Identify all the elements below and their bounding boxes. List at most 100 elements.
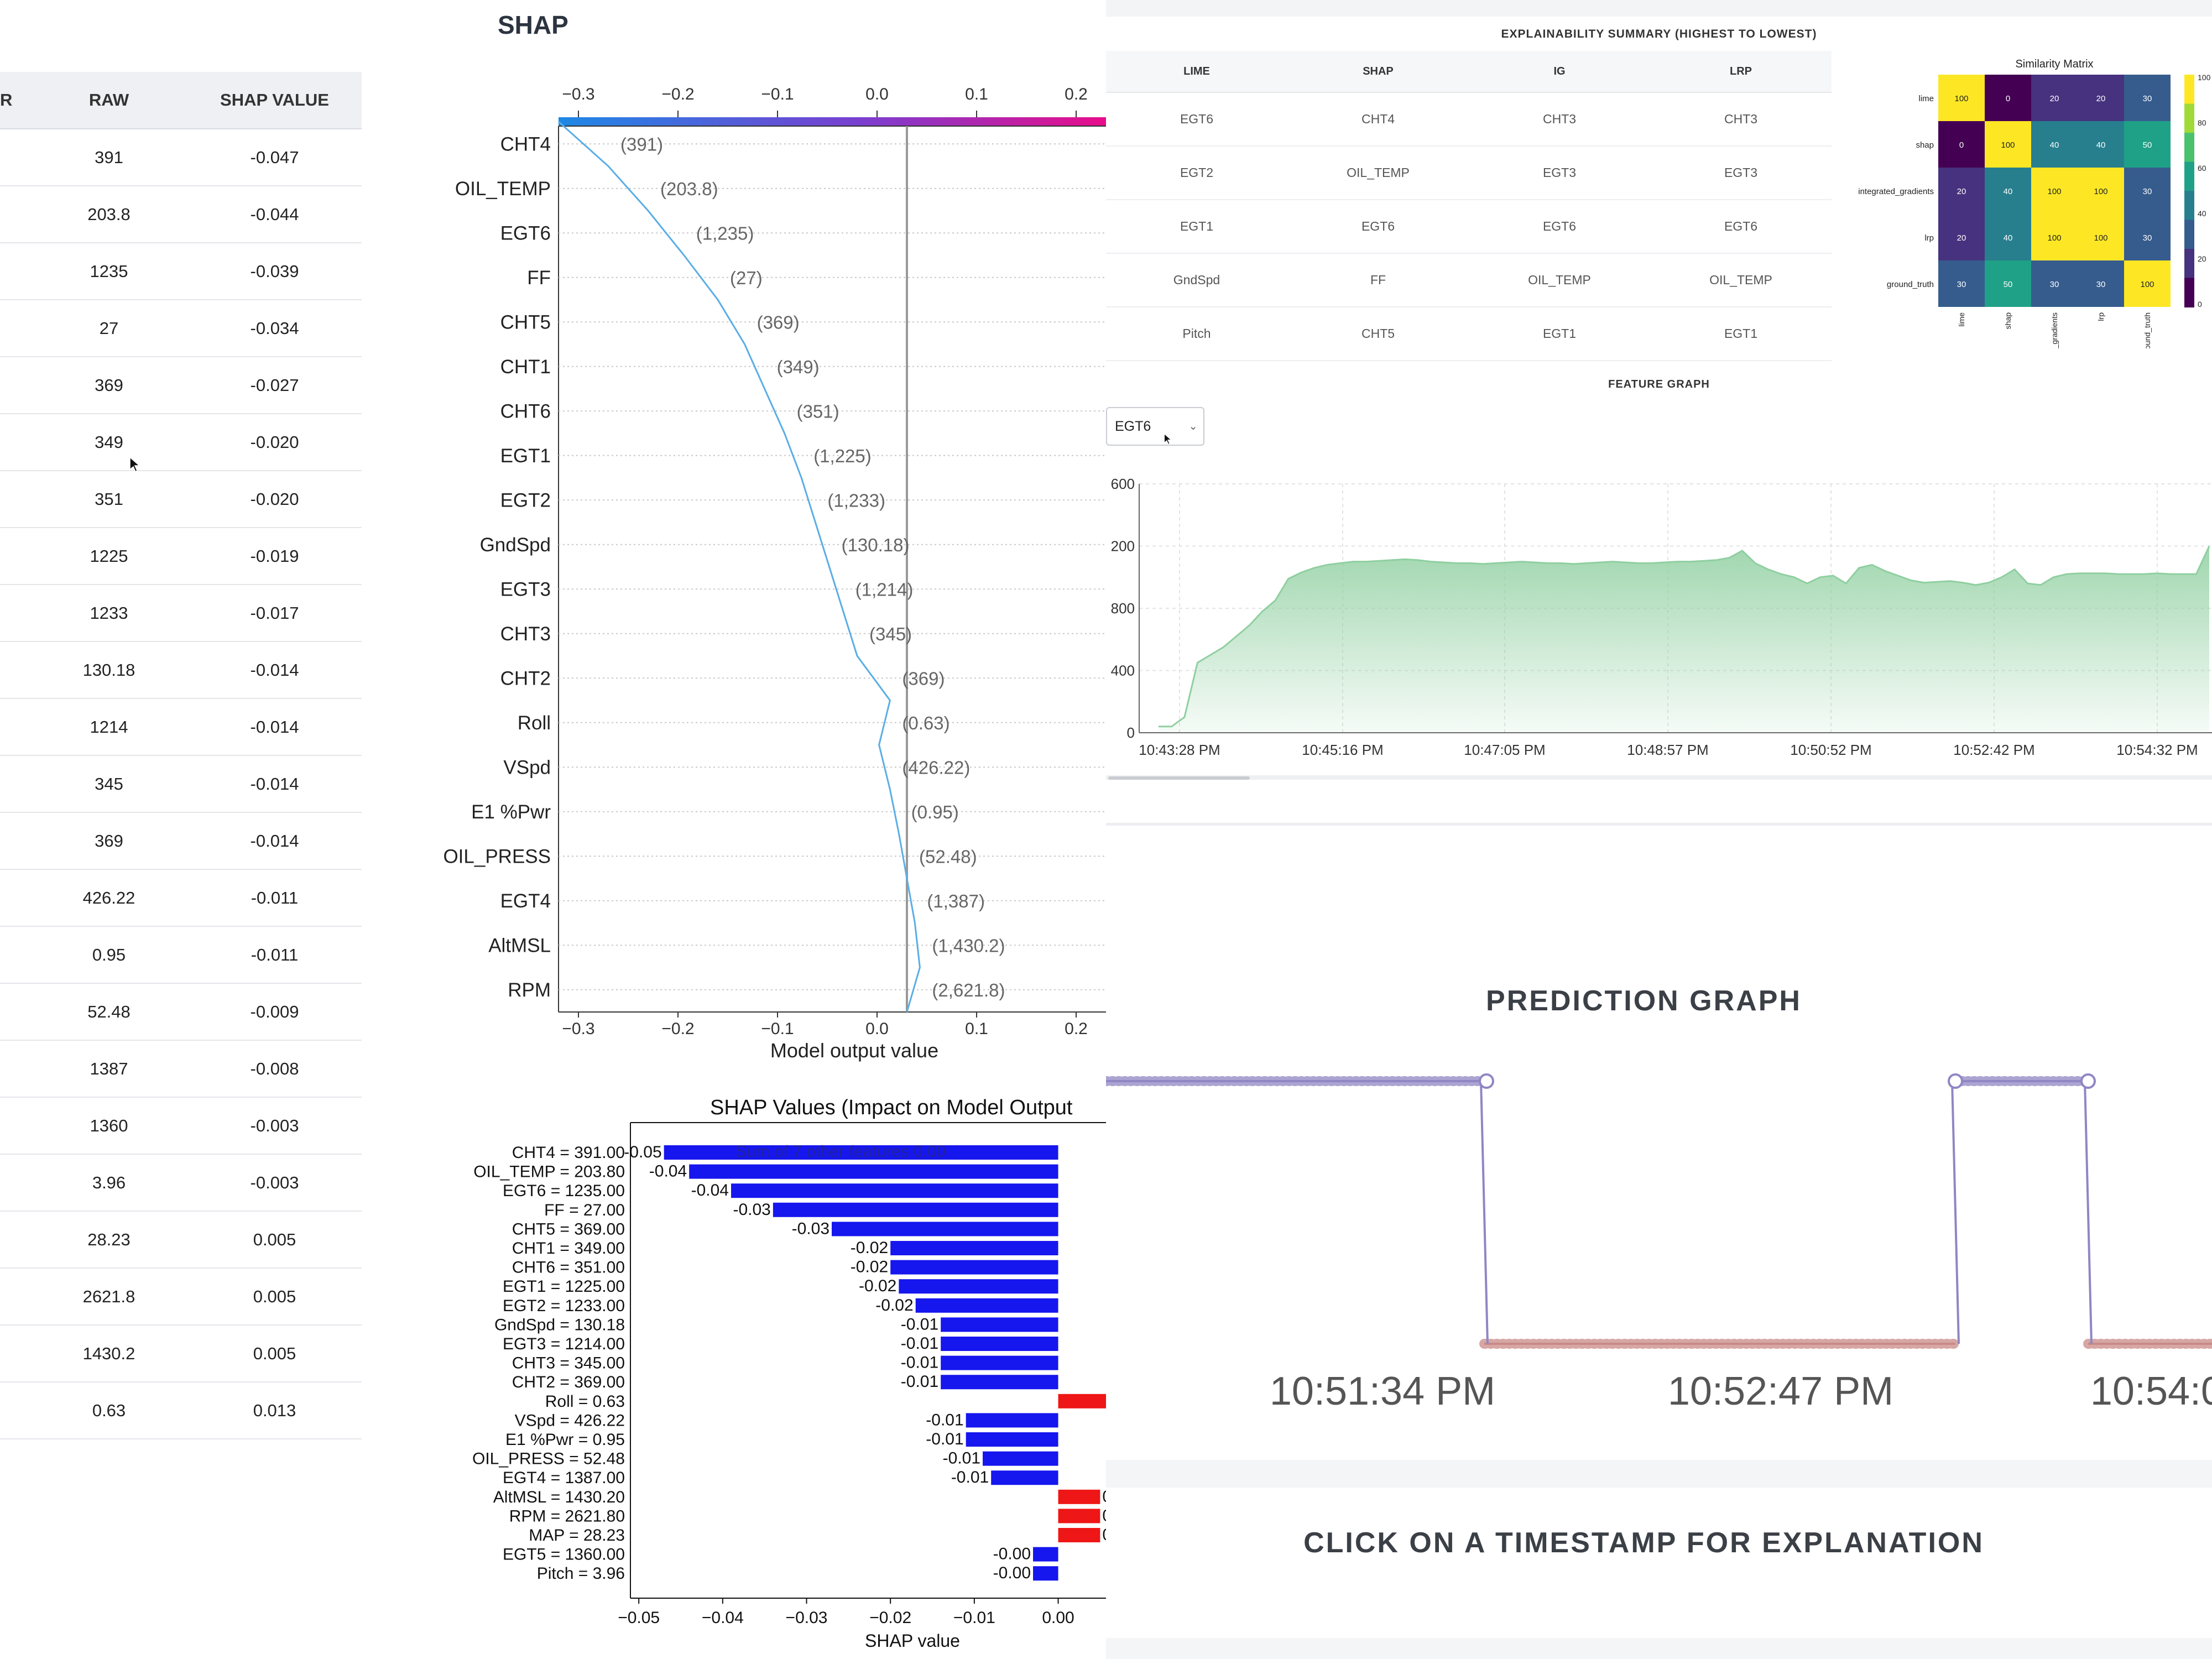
heatmap-colorbar-segment — [2184, 161, 2194, 191]
raw-value-cell: 1214 — [30, 698, 187, 756]
table-row[interactable]: 0.95 -0.011 — [0, 926, 362, 984]
bar-x-tick-label: 0.00 — [1042, 1609, 1074, 1627]
bar-x-tick-label: −0.02 — [869, 1609, 911, 1627]
mouse-cursor-icon — [1164, 433, 1172, 448]
summary-cell: CHT3 — [1469, 92, 1650, 147]
decision-feature-label: E1 %Pwr — [471, 801, 551, 823]
row-feature-cell — [0, 300, 30, 357]
table-row[interactable]: 27 -0.034 — [0, 300, 362, 357]
table-row[interactable]: 1214 -0.014 — [0, 698, 362, 756]
decision-bottom-tick-label: 0.1 — [965, 1020, 988, 1038]
table-row[interactable]: 391 -0.047 — [0, 129, 362, 186]
decision-feature-label: RPM — [508, 979, 551, 1001]
bar-chart-title: SHAP Values (Impact on Model Output — [710, 1096, 1073, 1119]
table-row[interactable]: 369 -0.027 — [0, 357, 362, 414]
summary-cell: CHT4 — [1287, 92, 1469, 147]
summary-header-ig[interactable]: IG — [1469, 51, 1650, 93]
table-row[interactable]: 28.23 0.005 — [0, 1211, 362, 1269]
bar-category-label: Pitch = 3.96 — [537, 1564, 625, 1583]
decision-value-label: (1,387) — [927, 891, 985, 911]
table-row[interactable]: 203.8 -0.044 — [0, 186, 362, 243]
decision-value-label: (426.22) — [902, 757, 970, 778]
heatmap-colorbar-tick: 100 — [2198, 73, 2211, 82]
summary-row: Pitch CHT5 EGT1 EGT1 — [1106, 307, 1832, 361]
heatmap-title: Similarity Matrix — [2015, 58, 2093, 70]
decision-bottom-tick-label: −0.2 — [661, 1020, 694, 1038]
shap-value-cell: 0.005 — [187, 1268, 362, 1326]
prediction-point-marker[interactable] — [2080, 1073, 2096, 1089]
table-row[interactable]: 130.18 -0.014 — [0, 641, 362, 699]
bar-value-label: -0.01 — [901, 1354, 938, 1372]
decision-feature-label: CHT6 — [500, 400, 551, 422]
feature-area-fill — [1159, 546, 2209, 733]
summary-cell: EGT6 — [1650, 200, 1832, 254]
table-row[interactable]: 426.22 -0.011 — [0, 869, 362, 927]
decision-value-label: (369) — [902, 668, 945, 688]
prediction-point-marker[interactable] — [1948, 1073, 1963, 1089]
table-row[interactable]: 345 -0.014 — [0, 755, 362, 813]
heatmap-col-label: lrp — [2096, 312, 2105, 321]
table-row[interactable]: 3.96 -0.003 — [0, 1154, 362, 1212]
table-body: 391 -0.047 203.8 -0.044 1235 -0.039 27 -0.034 36… — [0, 129, 362, 1439]
summary-header-shap[interactable]: SHAP — [1287, 51, 1469, 93]
table-row[interactable]: 2621.8 0.005 — [0, 1268, 362, 1326]
area-y-tick-label: 0 — [1127, 724, 1135, 741]
area-x-tick-label: 10:50:52 PM — [1790, 742, 1871, 758]
bar-category-label: CHT6 = 351.00 — [512, 1259, 625, 1277]
raw-value-cell: 351 — [30, 471, 187, 528]
feature-scrollbar-thumb[interactable] — [1108, 776, 1250, 780]
heatmap-cell-label: 100 — [2047, 233, 2061, 243]
shap-bar — [899, 1279, 1058, 1294]
table-row[interactable]: 52.48 -0.009 — [0, 983, 362, 1041]
summary-cell: EGT1 — [1650, 307, 1832, 361]
summary-header-lrp[interactable]: LRP — [1650, 51, 1832, 93]
decision-top-tick-label: −0.2 — [661, 85, 694, 103]
shap-section-title: SHAP — [498, 11, 568, 39]
bar-value-label: -0.03 — [792, 1219, 830, 1238]
bar-value-label: -0.01 — [901, 1315, 938, 1333]
table-row[interactable]: 349 -0.020 — [0, 414, 362, 471]
table-row[interactable]: 369 -0.014 — [0, 812, 362, 870]
raw-value-cell: 369 — [30, 812, 187, 870]
feature-select-dropdown[interactable]: EGT6 ⌄ — [1106, 407, 1204, 446]
bar-value-label: -0.01 — [951, 1468, 989, 1486]
row-feature-cell — [0, 812, 30, 870]
table-row[interactable]: 1360 -0.003 — [0, 1097, 362, 1155]
table-row[interactable]: 1235 -0.039 — [0, 243, 362, 300]
decision-feature-label: EGT2 — [500, 489, 551, 511]
bar-category-label: CHT4 = 391.00 — [512, 1144, 625, 1162]
decision-colorbar — [559, 117, 1106, 126]
shap-bar — [941, 1337, 1058, 1351]
shap-value-cell: -0.014 — [187, 698, 362, 756]
table-header-feature[interactable]: R — [0, 72, 30, 129]
table-row[interactable]: 0.63 0.013 — [0, 1382, 362, 1439]
section-divider — [1106, 823, 2212, 826]
decision-bottom-tick-label: −0.1 — [761, 1020, 794, 1038]
prediction-point-marker[interactable] — [1479, 1073, 1494, 1089]
heatmap-cell-label: 20 — [1957, 233, 1966, 243]
bar-category-label: RPM = 2621.80 — [509, 1507, 625, 1525]
summary-header-lime[interactable]: LIME — [1106, 51, 1287, 93]
heatmap-cell-label: 30 — [2143, 187, 2152, 196]
bar-value-label: -0.00 — [993, 1545, 1031, 1563]
table-row[interactable]: 351 -0.020 — [0, 471, 362, 528]
decision-value-label: (391) — [620, 134, 663, 154]
heatmap-colorbar-segment — [2184, 133, 2194, 163]
table-header-raw[interactable]: RAW — [30, 72, 187, 129]
raw-value-cell: 203.8 — [30, 186, 187, 243]
summary-cell: OIL_TEMP — [1650, 253, 1832, 307]
raw-value-cell: 391 — [30, 129, 187, 186]
heatmap-cell-label: 100 — [2140, 280, 2154, 289]
table-header-shap-value[interactable]: SHAP VALUE — [187, 72, 362, 129]
table-row[interactable]: 1430.2 0.005 — [0, 1325, 362, 1383]
table-row[interactable]: 1233 -0.017 — [0, 585, 362, 642]
bar-x-label: SHAP value — [865, 1631, 960, 1651]
row-feature-cell — [0, 698, 30, 756]
bar-value-label: -0.01 — [926, 1411, 963, 1429]
table-row[interactable]: 1225 -0.019 — [0, 528, 362, 585]
row-feature-cell — [0, 414, 30, 471]
mouse-cursor-icon — [129, 456, 141, 476]
summary-row: GndSpd FF OIL_TEMP OIL_TEMP — [1106, 253, 1832, 307]
table-row[interactable]: 1387 -0.008 — [0, 1040, 362, 1098]
feature-graph-title: FEATURE GRAPH — [1608, 378, 1710, 390]
